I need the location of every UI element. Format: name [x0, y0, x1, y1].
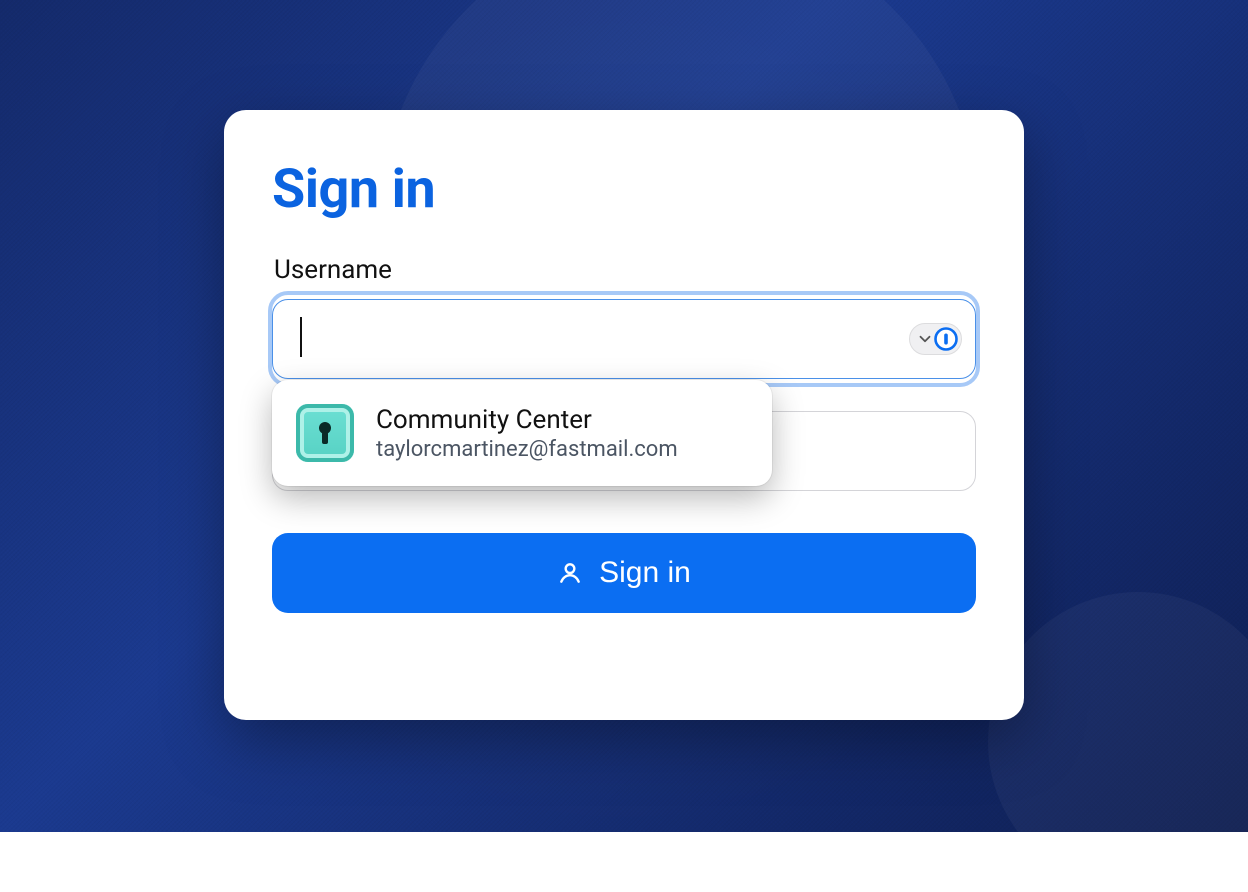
password-manager-suggestion[interactable]: Community Center taylorcmartinez@fastmai… [272, 380, 772, 486]
suggestion-username: taylorcmartinez@fastmail.com [376, 437, 678, 462]
signin-button-label: Sign in [599, 556, 691, 590]
user-icon [557, 560, 583, 586]
lock-icon [296, 404, 354, 462]
suggestion-text: Community Center taylorcmartinez@fastmai… [376, 405, 678, 462]
chevron-down-icon [916, 330, 934, 348]
onepassword-icon [934, 327, 958, 351]
signin-button[interactable]: Sign in [272, 533, 976, 613]
text-cursor [300, 317, 302, 357]
username-field-wrap [272, 295, 976, 383]
username-input[interactable] [272, 299, 976, 379]
suggestion-title: Community Center [376, 405, 678, 435]
password-manager-badge[interactable] [909, 323, 962, 355]
page-title: Sign in [272, 158, 976, 221]
username-label: Username [274, 255, 976, 285]
